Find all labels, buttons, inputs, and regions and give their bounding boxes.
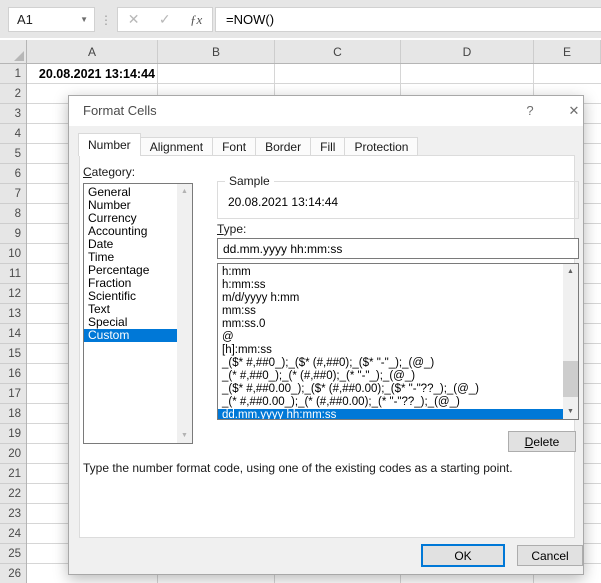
type-list-item[interactable]: mm:ss <box>218 305 563 318</box>
row-header-3[interactable]: 3 <box>0 104 26 124</box>
row-header-15[interactable]: 15 <box>0 344 26 364</box>
delete-button[interactable]: Delete <box>508 431 576 452</box>
format-cells-dialog: Format Cells ? ✕ NumberAlignmentFontBord… <box>68 95 584 575</box>
row-header-14[interactable]: 14 <box>0 324 26 344</box>
type-list-item[interactable]: _($* #,##0_);_($* (#,##0);_($* "-"_);_(@… <box>218 357 563 370</box>
select-all-corner[interactable] <box>0 40 27 63</box>
scroll-up-icon[interactable]: ▲ <box>563 268 578 275</box>
row-header-16[interactable]: 16 <box>0 364 26 384</box>
sample-group: Sample 20.08.2021 13:14:44 <box>217 181 579 219</box>
sample-group-label: Sample <box>225 174 274 188</box>
row-header-7[interactable]: 7 <box>0 184 26 204</box>
row-header-5[interactable]: 5 <box>0 144 26 164</box>
ok-button[interactable]: OK <box>421 544 505 567</box>
tab-border[interactable]: Border <box>256 137 311 156</box>
type-list[interactable]: h:mmh:mm:ssm/d/yyyy h:mmmm:ssmm:ss.0@[h]… <box>217 263 579 420</box>
scroll-up-icon[interactable]: ▲ <box>177 188 192 195</box>
row-header-24[interactable]: 24 <box>0 524 26 544</box>
row-header-12[interactable]: 12 <box>0 284 26 304</box>
category-label: Category: <box>83 165 135 179</box>
type-list-item[interactable]: h:mm <box>218 266 563 279</box>
name-box[interactable]: A1 ▼ <box>8 7 95 32</box>
row-header-19[interactable]: 19 <box>0 424 26 444</box>
dialog-title: Format Cells <box>83 103 157 118</box>
name-box-dropdown-icon[interactable]: ▼ <box>80 15 88 24</box>
name-box-value: A1 <box>17 12 80 27</box>
formula-input[interactable]: =NOW() <box>215 7 601 32</box>
type-list-item[interactable]: _($* #,##0.00_);_($* (#,##0.00);_($* "-"… <box>218 383 563 396</box>
dialog-titlebar[interactable]: Format Cells ? ✕ <box>69 96 583 126</box>
row-header-21[interactable]: 21 <box>0 464 26 484</box>
row-header-1[interactable]: 1 <box>0 64 26 84</box>
column-header-d[interactable]: D <box>401 40 534 63</box>
type-list-item[interactable]: h:mm:ss <box>218 279 563 292</box>
category-scrollbar[interactable]: ▲ ▼ <box>177 184 192 443</box>
scroll-down-icon[interactable]: ▼ <box>563 408 578 415</box>
tab-alignment[interactable]: Alignment <box>141 137 213 156</box>
type-list-item[interactable]: _(* #,##0_);_(* (#,##0);_(* "-"_);_(@_) <box>218 370 563 383</box>
tab-fill[interactable]: Fill <box>311 137 345 156</box>
row-header-13[interactable]: 13 <box>0 304 26 324</box>
type-list-item[interactable]: m/d/yyyy h:mm <box>218 292 563 305</box>
row-header-25[interactable]: 25 <box>0 544 26 564</box>
column-headers: ABCDE <box>0 40 601 64</box>
help-icon[interactable]: ? <box>521 102 539 120</box>
type-label: Type: <box>217 222 246 236</box>
formula-bar-area: A1 ▼ ⋮ ✕ ✓ ƒx =NOW() <box>0 0 601 38</box>
excel-window: A1 ▼ ⋮ ✕ ✓ ƒx =NOW() ABCDE 1234567891011… <box>0 0 601 583</box>
row-header-2[interactable]: 2 <box>0 84 26 104</box>
type-input[interactable] <box>217 238 579 259</box>
scrollbar-thumb[interactable] <box>563 361 578 397</box>
row-header-10[interactable]: 10 <box>0 244 26 264</box>
formula-bar-separator-icon: ⋮ <box>100 7 112 32</box>
tab-font[interactable]: Font <box>213 137 256 156</box>
row-header-6[interactable]: 6 <box>0 164 26 184</box>
category-item-custom[interactable]: Custom <box>84 329 177 342</box>
dialog-help-text: Type the number format code, using one o… <box>83 461 558 475</box>
type-list-item[interactable]: _(* #,##0.00_);_(* (#,##0.00);_(* "-"??_… <box>218 396 563 409</box>
formula-text: =NOW() <box>226 12 274 27</box>
type-list-item[interactable]: dd.mm.yyyy hh:mm:ss <box>218 409 563 420</box>
row-header-8[interactable]: 8 <box>0 204 26 224</box>
column-header-e[interactable]: E <box>534 40 601 63</box>
type-list-item[interactable]: @ <box>218 331 563 344</box>
formula-bar-buttons: ✕ ✓ ƒx <box>117 7 213 32</box>
confirm-entry-icon[interactable]: ✓ <box>159 11 171 28</box>
sample-value: 20.08.2021 13:14:44 <box>228 195 338 209</box>
row-header-18[interactable]: 18 <box>0 404 26 424</box>
row-header-23[interactable]: 23 <box>0 504 26 524</box>
tab-protection[interactable]: Protection <box>345 137 418 156</box>
column-header-a[interactable]: A <box>27 40 158 63</box>
column-header-b[interactable]: B <box>158 40 275 63</box>
row-header-22[interactable]: 22 <box>0 484 26 504</box>
column-header-c[interactable]: C <box>275 40 401 63</box>
close-icon[interactable]: ✕ <box>565 102 583 120</box>
select-all-triangle-icon <box>14 51 24 61</box>
type-list-item[interactable]: [h]:mm:ss <box>218 344 563 357</box>
cell-a1[interactable]: 20.08.2021 13:14:44 <box>29 64 155 84</box>
row-header-17[interactable]: 17 <box>0 384 26 404</box>
type-list-scrollbar[interactable]: ▲ ▼ <box>563 264 578 419</box>
row-header-4[interactable]: 4 <box>0 124 26 144</box>
scroll-down-icon[interactable]: ▼ <box>177 432 192 439</box>
cancel-entry-icon[interactable]: ✕ <box>128 11 140 28</box>
row-headers: 1234567891011121314151617181920212223242… <box>0 64 27 583</box>
row-header-11[interactable]: 11 <box>0 264 26 284</box>
tab-number[interactable]: Number <box>78 133 141 156</box>
row-header-20[interactable]: 20 <box>0 444 26 464</box>
cancel-button[interactable]: Cancel <box>517 545 583 566</box>
category-list[interactable]: GeneralNumberCurrencyAccountingDateTimeP… <box>83 183 193 444</box>
type-list-item[interactable]: mm:ss.0 <box>218 318 563 331</box>
insert-function-icon[interactable]: ƒx <box>190 12 202 28</box>
row-header-26[interactable]: 26 <box>0 564 26 583</box>
row-header-9[interactable]: 9 <box>0 224 26 244</box>
dialog-tabs: NumberAlignmentFontBorderFillProtection <box>78 133 418 156</box>
